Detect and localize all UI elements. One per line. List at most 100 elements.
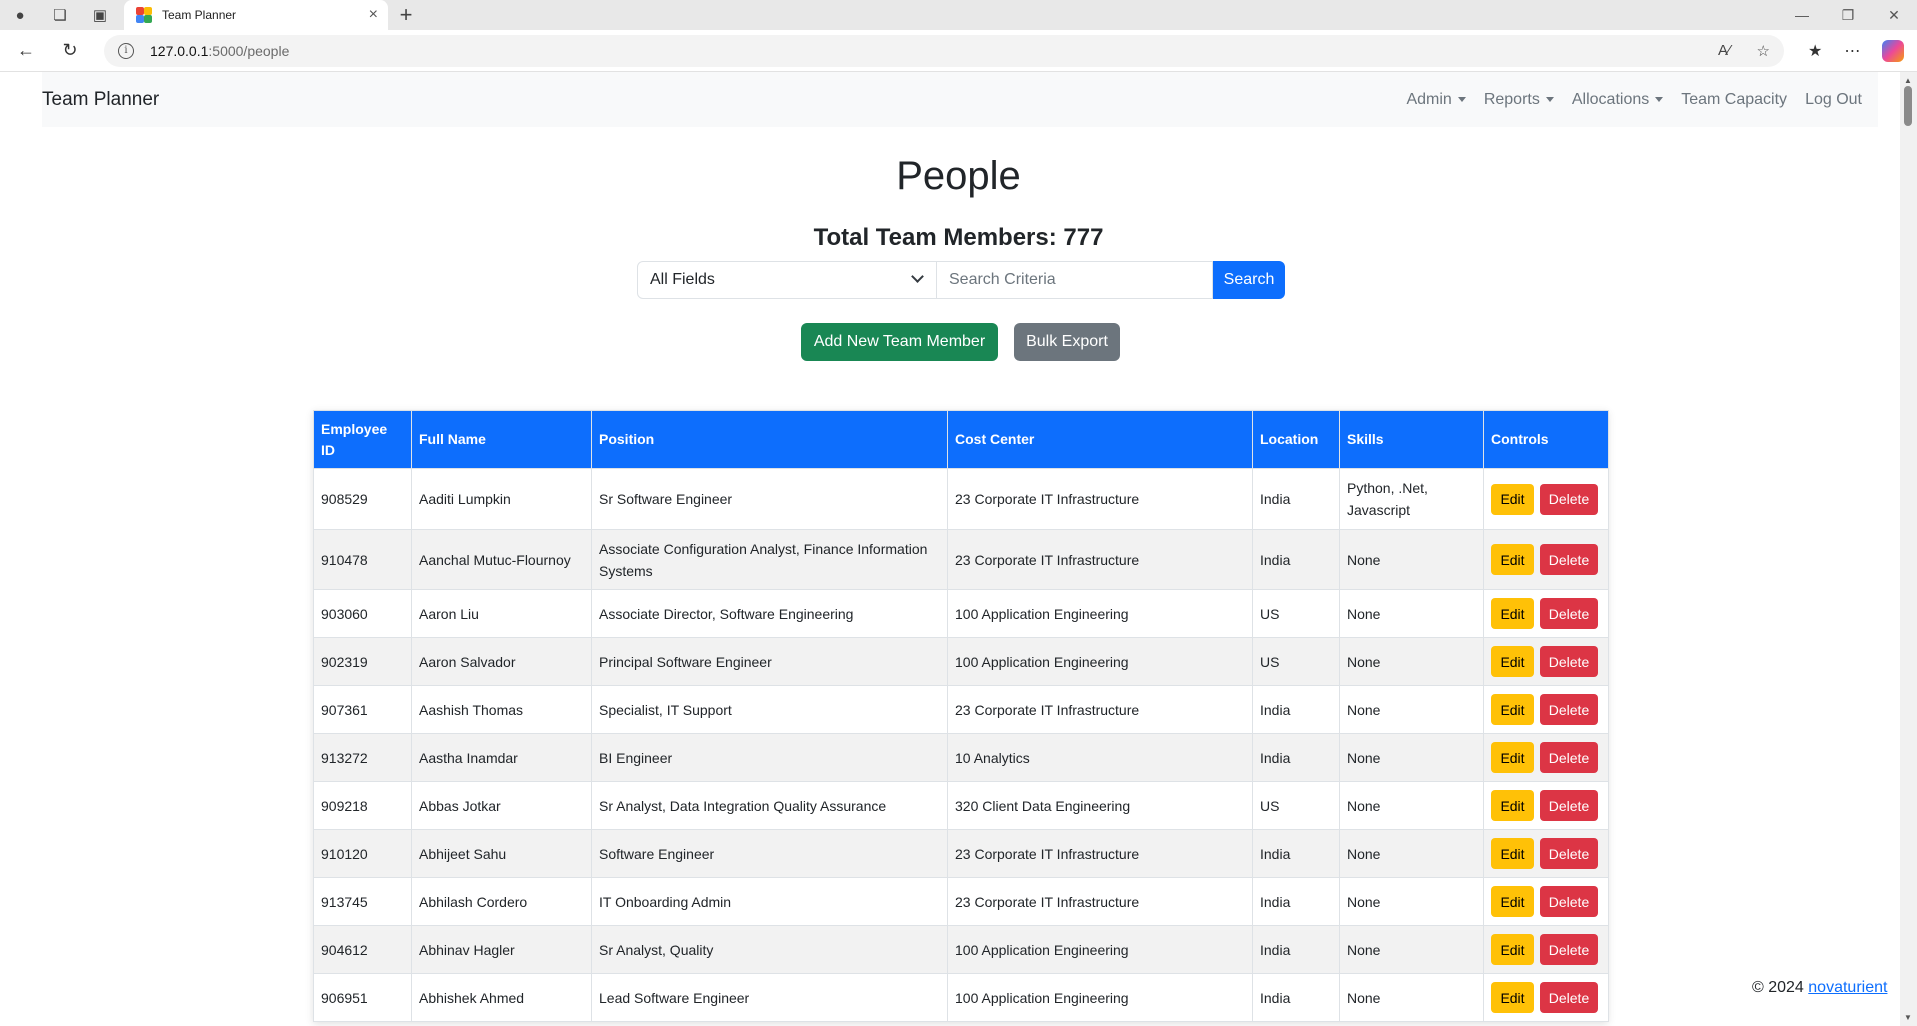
header-cost-center[interactable]: Cost Center: [947, 410, 1253, 469]
url-field[interactable]: i 127.0.0.1:5000/people A⁄ ☆: [104, 34, 1784, 67]
edit-button[interactable]: Edit: [1491, 483, 1534, 515]
copilot-icon[interactable]: [1882, 39, 1905, 62]
nav-team-capacity[interactable]: Team Capacity: [1673, 91, 1795, 109]
nav-admin-dropdown[interactable]: Admin: [1398, 91, 1473, 109]
cell-controls: Edit Delete: [1483, 877, 1609, 926]
brand-link[interactable]: Team Planner: [42, 89, 159, 111]
cell-employee-id: 907361: [313, 685, 412, 734]
table-row: 913272 Aastha Inamdar BI Engineer 10 Analyt…: [313, 733, 1609, 782]
scroll-down-icon[interactable]: ▼: [1904, 1013, 1912, 1022]
cell-position: Software Engineer: [591, 829, 948, 878]
header-location[interactable]: Location: [1252, 410, 1340, 469]
more-options-icon[interactable]: ⋯: [1844, 41, 1860, 61]
favicon-icon: [136, 7, 152, 23]
nav-allocations-dropdown[interactable]: Allocations: [1564, 91, 1671, 109]
search-input[interactable]: [937, 261, 1213, 299]
add-team-member-button[interactable]: Add New Team Member: [801, 323, 998, 361]
delete-button[interactable]: Delete: [1540, 598, 1598, 629]
scroll-up-icon[interactable]: ▲: [1904, 76, 1912, 85]
cell-skills: None: [1339, 925, 1484, 974]
table-row: 902319 Aaron Salvador Principal Software E…: [313, 637, 1609, 686]
cell-cost-center: 23 Corporate IT Infrastructure: [947, 685, 1253, 734]
cell-skills: None: [1339, 781, 1484, 830]
edit-button[interactable]: Edit: [1491, 790, 1534, 821]
cell-full-name: Abhijeet Sahu: [411, 829, 592, 878]
profile-icon[interactable]: ●: [0, 0, 40, 30]
cell-cost-center: 100 Application Engineering: [947, 973, 1253, 1022]
app-navbar: Team Planner Admin Reports Allocations T…: [42, 72, 1878, 127]
cell-controls: Edit Delete: [1483, 468, 1609, 530]
url-host: 127.0.0.1: [150, 42, 209, 59]
favorites-icon[interactable]: ★: [1808, 41, 1822, 61]
caret-down-icon: [1457, 97, 1466, 102]
tab-actions-icon[interactable]: ▣: [80, 0, 120, 30]
delete-button[interactable]: Delete: [1540, 646, 1598, 677]
cell-skills: None: [1339, 877, 1484, 926]
delete-button[interactable]: Delete: [1540, 694, 1598, 725]
cell-employee-id: 906951: [313, 973, 412, 1022]
delete-button[interactable]: Delete: [1540, 982, 1598, 1013]
cell-location: US: [1252, 589, 1340, 638]
close-tab-icon[interactable]: ×: [369, 6, 378, 24]
delete-button[interactable]: Delete: [1540, 742, 1598, 773]
favorite-star-icon[interactable]: ☆: [1757, 42, 1770, 60]
edit-button[interactable]: Edit: [1491, 838, 1534, 869]
read-aloud-icon[interactable]: A⁄: [1718, 42, 1731, 60]
caret-down-icon: [1655, 97, 1664, 102]
cell-position: Sr Analyst, Data Integration Quality Ass…: [591, 781, 948, 830]
browser-tab[interactable]: Team Planner ×: [124, 0, 388, 30]
reload-icon[interactable]: ↻: [52, 33, 88, 69]
cell-position: Principal Software Engineer: [591, 637, 948, 686]
scroll-thumb[interactable]: [1904, 86, 1912, 126]
delete-button[interactable]: Delete: [1540, 790, 1598, 821]
search-field-select[interactable]: All Fields: [637, 261, 937, 299]
edit-button[interactable]: Edit: [1491, 934, 1534, 965]
cell-location: US: [1252, 637, 1340, 686]
cell-location: India: [1252, 468, 1340, 530]
cell-position: Sr Analyst, Quality: [591, 925, 948, 974]
delete-button[interactable]: Delete: [1540, 838, 1598, 869]
back-icon[interactable]: ←: [8, 33, 44, 69]
edit-button[interactable]: Edit: [1491, 886, 1534, 917]
edit-button[interactable]: Edit: [1491, 598, 1534, 629]
cell-skills: None: [1339, 733, 1484, 782]
cell-employee-id: 910120: [313, 829, 412, 878]
header-skills[interactable]: Skills: [1339, 410, 1484, 469]
edit-button[interactable]: Edit: [1491, 742, 1534, 773]
close-window-icon[interactable]: ✕: [1871, 7, 1917, 24]
restore-icon[interactable]: ❐: [1825, 7, 1871, 24]
delete-button[interactable]: Delete: [1540, 886, 1598, 917]
window-controls: — ❐ ✕: [1779, 7, 1917, 24]
footer-link[interactable]: novaturient: [1808, 979, 1887, 996]
cell-employee-id: 913272: [313, 733, 412, 782]
edit-button[interactable]: Edit: [1491, 544, 1534, 575]
delete-button[interactable]: Delete: [1540, 934, 1598, 965]
bulk-export-button[interactable]: Bulk Export: [1014, 323, 1120, 361]
header-employee-id[interactable]: Employee ID: [313, 410, 412, 469]
cell-full-name: Aanchal Mutuc-Flournoy: [411, 529, 592, 590]
delete-button[interactable]: Delete: [1540, 544, 1598, 575]
delete-button[interactable]: Delete: [1540, 483, 1598, 515]
site-info-icon[interactable]: i: [118, 42, 134, 59]
header-full-name[interactable]: Full Name: [411, 410, 592, 469]
cell-position: Specialist, IT Support: [591, 685, 948, 734]
page-scrollbar[interactable]: ▲ ▼: [1900, 72, 1917, 1026]
edit-button[interactable]: Edit: [1491, 694, 1534, 725]
cell-skills: None: [1339, 829, 1484, 878]
cell-position: Associate Director, Software Engineering: [591, 589, 948, 638]
minimize-icon[interactable]: —: [1779, 7, 1825, 24]
cell-controls: Edit Delete: [1483, 637, 1609, 686]
table-row: 913745 Abhilash Cordero IT Onboarding Admi…: [313, 877, 1609, 926]
table-row: 907361 Aashish Thomas Specialist, IT Suppo…: [313, 685, 1609, 734]
nav-log-out[interactable]: Log Out: [1797, 91, 1870, 109]
new-tab-icon[interactable]: +: [388, 0, 424, 30]
cell-full-name: Aashish Thomas: [411, 685, 592, 734]
edit-button[interactable]: Edit: [1491, 646, 1534, 677]
search-button[interactable]: Search: [1213, 261, 1285, 299]
edit-button[interactable]: Edit: [1491, 982, 1534, 1013]
cell-cost-center: 10 Analytics: [947, 733, 1253, 782]
table-body: 908529 Aaditi Lumpkin Sr Software Engineer…: [313, 468, 1609, 1022]
nav-reports-dropdown[interactable]: Reports: [1476, 91, 1562, 109]
workspaces-icon[interactable]: ❏: [40, 0, 80, 30]
header-position[interactable]: Position: [591, 410, 948, 469]
